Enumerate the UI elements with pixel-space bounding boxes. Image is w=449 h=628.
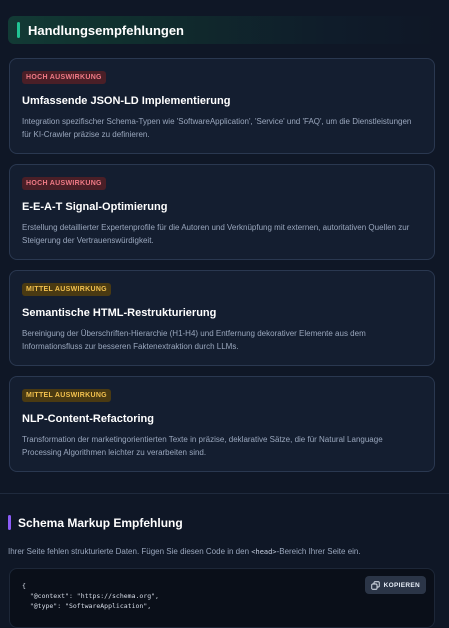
code-line: "@context": "https://schema.org",: [22, 592, 159, 600]
recommendation-description: Erstellung detaillierter Expertenprofile…: [22, 223, 410, 245]
copy-button[interactable]: KOPIEREN: [364, 576, 426, 594]
recommendation-title: NLP-Content-Refactoring: [22, 413, 154, 425]
section-divider: [0, 493, 449, 494]
recommendation-card: MITTEL AUSWIRKUNG NLP-Content-Refactorin…: [9, 376, 435, 472]
recommendation-card: HOCH AUSWIRKUNG Umfassende JSON-LD Imple…: [9, 58, 435, 154]
recommendation-title: E-E-A-T Signal-Optimierung: [22, 201, 168, 213]
code-block: { "@context": "https://schema.org", "@ty…: [9, 568, 435, 628]
copy-label: KOPIEREN: [383, 581, 420, 589]
impact-badge: MITTEL AUSWIRKUNG: [22, 389, 111, 402]
copy-icon: [370, 580, 380, 590]
recommendation-card: MITTEL AUSWIRKUNG Semantische HTML-Restr…: [9, 270, 435, 366]
schema-description: Ihrer Seite fehlen strukturierte Daten. …: [8, 547, 438, 556]
recommendation-description: Transformation der marketingorientierten…: [22, 435, 383, 457]
code-line: {: [22, 582, 26, 590]
recommendation-description: Bereinigung der Überschriften-Hierarchie…: [22, 329, 366, 351]
recommendation-description: Integration spezifischer Schema-Typen wi…: [22, 117, 412, 139]
schema-description-text: Ihrer Seite fehlen strukturierte Daten. …: [8, 547, 252, 556]
recommendation-title: Umfassende JSON-LD Implementierung: [22, 95, 231, 107]
code-line: "@type": "SoftwareApplication",: [22, 602, 152, 610]
section-accent-bar: [8, 515, 11, 530]
impact-badge: HOCH AUSWIRKUNG: [22, 177, 106, 190]
recommendations-title: Handlungsempfehlungen: [28, 23, 184, 38]
code-content: { "@context": "https://schema.org", "@ty…: [22, 581, 159, 611]
schema-title: Schema Markup Empfehlung: [18, 516, 183, 530]
recommendations-header: Handlungsempfehlungen: [8, 16, 438, 44]
head-tag: <head>: [251, 548, 277, 556]
recommendation-card: HOCH AUSWIRKUNG E-E-A-T Signal-Optimieru…: [9, 164, 435, 260]
section-accent-bar: [17, 22, 20, 38]
schema-description-text-end: -Bereich Ihrer Seite ein.: [276, 547, 361, 556]
impact-badge: HOCH AUSWIRKUNG: [22, 71, 106, 84]
recommendation-title: Semantische HTML-Restrukturierung: [22, 307, 217, 319]
impact-badge: MITTEL AUSWIRKUNG: [22, 283, 111, 296]
